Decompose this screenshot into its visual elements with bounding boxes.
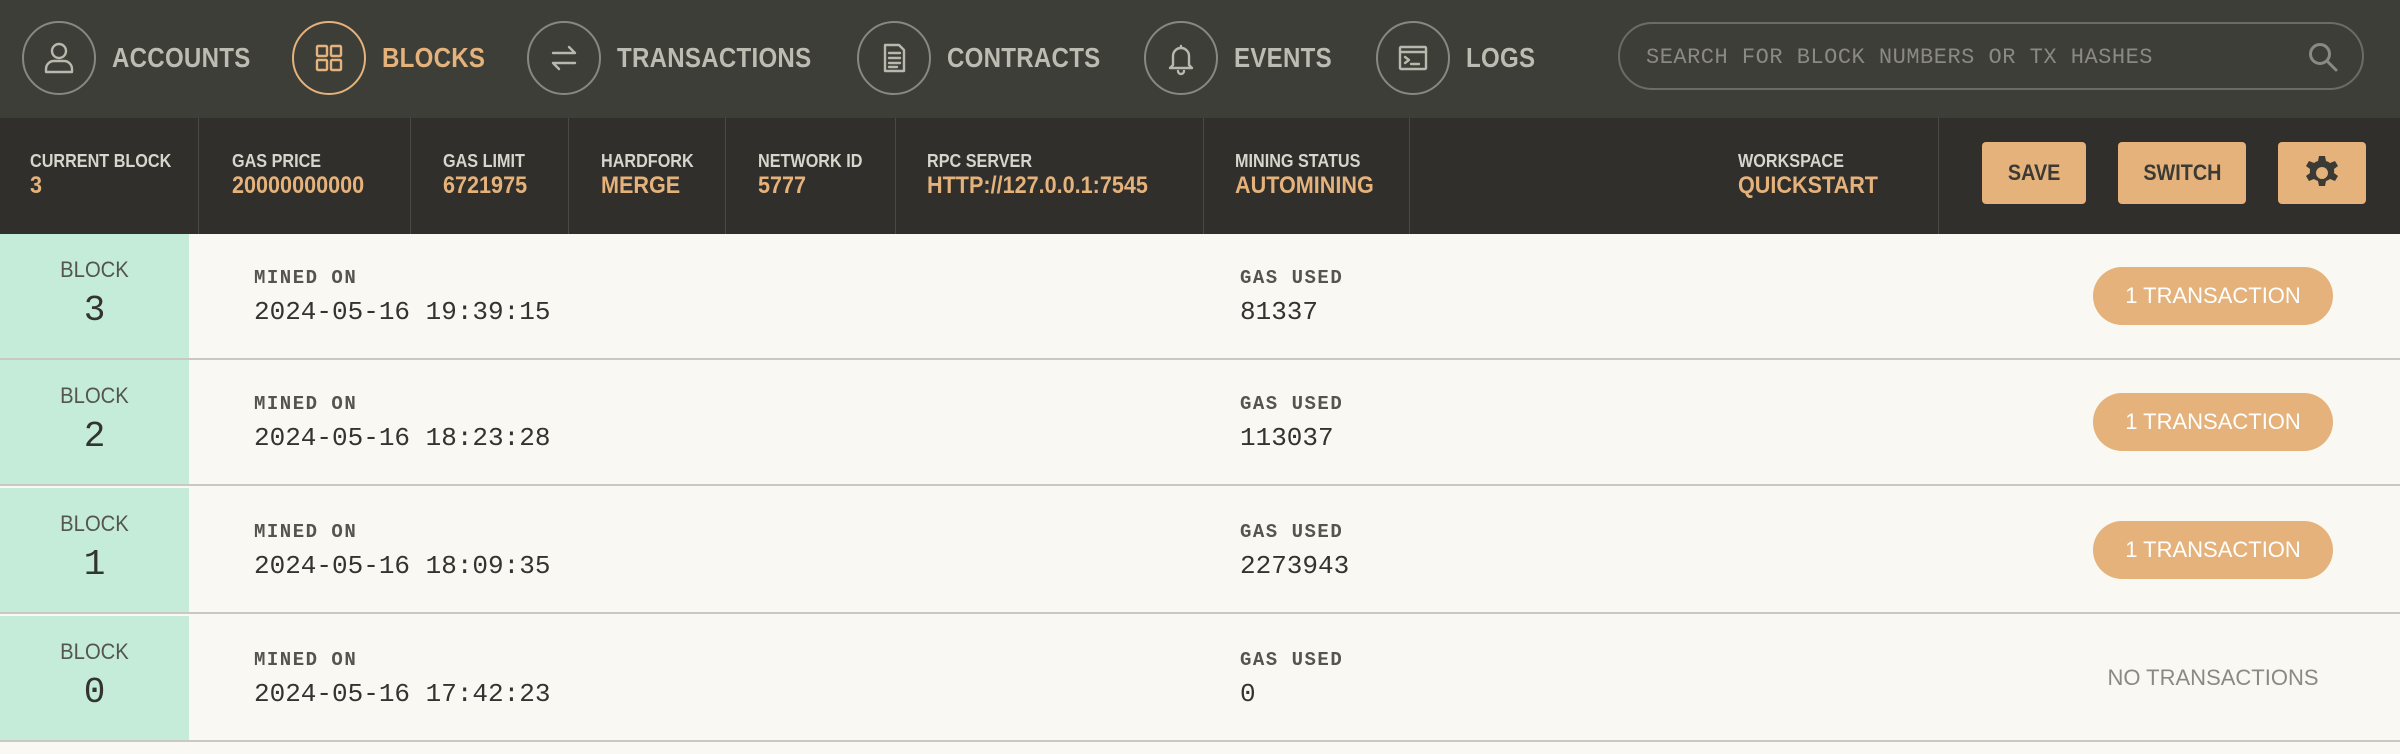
block-row[interactable]: BLOCK 0 MINED ON 2024-05-16 17:42:23 GAS… (0, 616, 2400, 742)
nav-events[interactable]: EVENTS (1144, 21, 1348, 95)
nav-blocks-label: BLOCKS (382, 42, 486, 73)
transaction-count-button[interactable]: 1 TRANSACTION (2093, 393, 2333, 451)
block-number: 3 (83, 290, 106, 331)
stat-current-block-label: CURRENT BLOCK (30, 151, 172, 171)
stat-workspace-label: WORKSPACE (1738, 151, 1844, 171)
switch-button[interactable]: SWITCH (2118, 142, 2246, 204)
block-label: BLOCK (60, 383, 129, 408)
search-input[interactable] (1644, 24, 2288, 90)
stat-network-id-label: NETWORK ID (758, 151, 863, 171)
block-list: BLOCK 3 MINED ON 2024-05-16 19:39:15 GAS… (0, 234, 2400, 754)
nav-contracts-label: CONTRACTS (947, 42, 1101, 73)
mined-on-value: 2024-05-16 18:23:28 (254, 423, 551, 453)
person-icon (22, 21, 96, 95)
nav-transactions-label: TRANSACTIONS (617, 42, 812, 73)
nav-contracts[interactable]: CONTRACTS (857, 21, 1125, 95)
block-number-cell: BLOCK 2 (0, 360, 189, 484)
save-button[interactable]: SAVE (1982, 142, 2086, 204)
bell-icon (1144, 21, 1218, 95)
stat-hardfork-value: MERGE (601, 172, 681, 199)
gas-used-label: GAS USED (1240, 521, 1344, 543)
ganache-app: ACCOUNTS BLOCKS TRANSACTIONS CONTRACTS E (0, 0, 2400, 754)
nav-blocks[interactable]: BLOCKS (292, 21, 502, 95)
block-label: BLOCK (60, 511, 129, 536)
stat-current-block: CURRENT BLOCK 3 (0, 118, 199, 234)
stat-rpc-server: RPC SERVER HTTP://127.0.0.1:7545 (896, 118, 1204, 234)
block-number-cell: BLOCK 1 (0, 488, 189, 612)
block-row[interactable]: BLOCK 3 MINED ON 2024-05-16 19:39:15 GAS… (0, 234, 2400, 360)
mined-on-label: MINED ON (254, 649, 358, 671)
search-box (1618, 22, 2364, 90)
stat-rpc-server-value: HTTP://127.0.0.1:7545 (927, 172, 1148, 199)
grid-icon (292, 21, 366, 95)
gas-used-value: 0 (1240, 679, 1256, 709)
mined-on-label: MINED ON (254, 521, 358, 543)
stat-gas-limit-value: 6721975 (443, 172, 528, 199)
nav-logs-label: LOGS (1466, 42, 1536, 73)
stat-mining-status-label: MINING STATUS (1235, 151, 1361, 171)
gear-icon (2306, 156, 2338, 186)
status-bar: CURRENT BLOCK 3 GAS PRICE 20000000000 GA… (0, 118, 2400, 234)
block-number-cell: BLOCK 0 (0, 616, 189, 740)
search-icon[interactable] (2306, 40, 2340, 74)
stat-gas-price-label: GAS PRICE (232, 151, 322, 171)
block-row[interactable]: BLOCK 1 MINED ON 2024-05-16 18:09:35 GAS… (0, 488, 2400, 614)
block-label: BLOCK (60, 257, 129, 282)
stat-workspace: WORKSPACE QUICKSTART (1707, 118, 1939, 234)
gas-used-value: 2273943 (1240, 551, 1350, 581)
gas-used-value: 113037 (1240, 423, 1334, 453)
nav-accounts[interactable]: ACCOUNTS (22, 21, 273, 95)
nav-logs[interactable]: LOGS (1376, 21, 1547, 95)
gas-used-label: GAS USED (1240, 267, 1344, 289)
nav-events-label: EVENTS (1234, 42, 1332, 73)
mined-on-value: 2024-05-16 18:09:35 (254, 551, 551, 581)
block-number: 0 (83, 672, 106, 713)
block-number-cell: BLOCK 3 (0, 234, 189, 358)
stat-network-id: NETWORK ID 5777 (726, 118, 896, 234)
transfer-arrows-icon (527, 21, 601, 95)
gas-used-value: 81337 (1240, 297, 1319, 327)
nav-transactions[interactable]: TRANSACTIONS (527, 21, 843, 95)
stat-mining-status-value: AUTOMINING (1235, 172, 1374, 199)
transaction-count-button[interactable]: 1 TRANSACTION (2093, 521, 2333, 579)
stat-mining-status: MINING STATUS AUTOMINING (1204, 118, 1410, 234)
block-row[interactable]: BLOCK 2 MINED ON 2024-05-16 18:23:28 GAS… (0, 360, 2400, 486)
terminal-window-icon (1376, 21, 1450, 95)
save-button-label: SAVE (2007, 160, 2061, 185)
mined-on-label: MINED ON (254, 267, 358, 289)
document-icon (857, 21, 931, 95)
block-number: 1 (83, 544, 106, 585)
top-navigation: ACCOUNTS BLOCKS TRANSACTIONS CONTRACTS E (0, 0, 2400, 118)
nav-accounts-label: ACCOUNTS (112, 42, 251, 73)
gas-used-label: GAS USED (1240, 649, 1344, 671)
settings-button[interactable] (2278, 142, 2366, 204)
stat-gas-limit-label: GAS LIMIT (443, 151, 525, 171)
stat-hardfork-label: HARDFORK (601, 151, 694, 171)
stat-rpc-server-label: RPC SERVER (927, 151, 1033, 171)
stat-workspace-value: QUICKSTART (1738, 172, 1878, 199)
mined-on-label: MINED ON (254, 393, 358, 415)
stat-gas-limit: GAS LIMIT 6721975 (411, 118, 569, 234)
block-label: BLOCK (60, 639, 129, 664)
stat-current-block-value: 3 (30, 172, 43, 199)
no-transactions-label: NO TRANSACTIONS (2107, 665, 2319, 690)
stat-gas-price: GAS PRICE 20000000000 (199, 118, 411, 234)
stat-gas-price-value: 20000000000 (232, 172, 365, 199)
mined-on-value: 2024-05-16 17:42:23 (254, 679, 551, 709)
stat-hardfork: HARDFORK MERGE (569, 118, 726, 234)
switch-button-label: SWITCH (2142, 160, 2222, 185)
gas-used-label: GAS USED (1240, 393, 1344, 415)
block-number: 2 (83, 416, 106, 457)
stat-network-id-value: 5777 (758, 172, 807, 199)
transaction-count-button[interactable]: 1 TRANSACTION (2093, 267, 2333, 325)
mined-on-value: 2024-05-16 19:39:15 (254, 297, 551, 327)
